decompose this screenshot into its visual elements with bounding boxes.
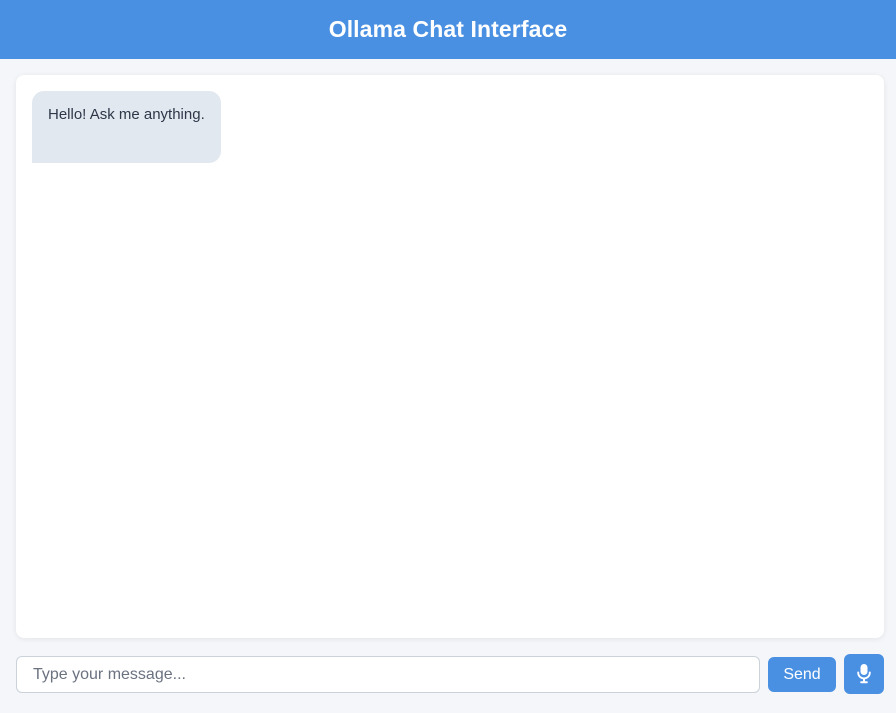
voice-input-button[interactable] bbox=[844, 654, 884, 694]
chat-app: Ollama Chat Interface Hello! Ask me anyt… bbox=[0, 0, 896, 713]
composer: Send bbox=[16, 654, 884, 694]
microphone-icon bbox=[857, 664, 871, 684]
app-header: Ollama Chat Interface bbox=[0, 0, 896, 59]
chat-panel: Hello! Ask me anything. bbox=[16, 75, 884, 638]
message-list[interactable]: Hello! Ask me anything. bbox=[16, 75, 884, 638]
page-title: Ollama Chat Interface bbox=[328, 16, 568, 42]
message-input[interactable] bbox=[16, 656, 760, 693]
send-button[interactable]: Send bbox=[768, 657, 836, 692]
assistant-message: Hello! Ask me anything. bbox=[32, 91, 221, 163]
